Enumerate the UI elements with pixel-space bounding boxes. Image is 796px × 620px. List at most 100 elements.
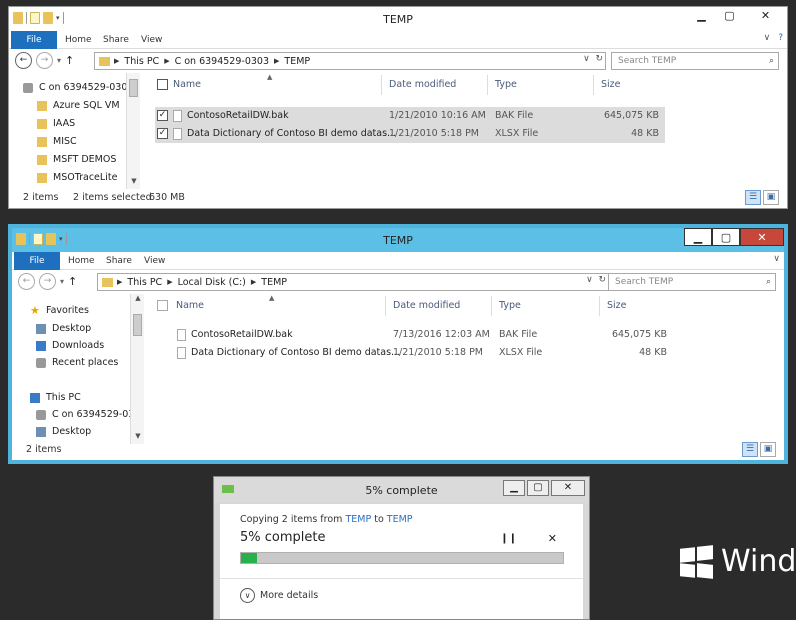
title-bar[interactable]: ▾ TEMP ▁ ▢ ✕ [12, 228, 784, 252]
column-divider[interactable] [491, 296, 492, 316]
large-icons-view-icon[interactable]: ▣ [760, 442, 776, 457]
scrollbar-thumb[interactable] [133, 314, 142, 336]
destination-link[interactable]: TEMP [387, 514, 413, 525]
recent-locations-icon[interactable]: ▾ [57, 56, 61, 65]
breadcrumb-chevron-icon[interactable]: ▶ [114, 57, 119, 65]
tab-share[interactable]: Share [106, 252, 132, 270]
help-icon[interactable]: ? [778, 33, 783, 43]
tab-share[interactable]: Share [103, 31, 129, 49]
tab-view[interactable]: View [144, 252, 165, 270]
nav-scrollbar[interactable]: ▲ ▼ [130, 294, 144, 444]
column-date[interactable]: Date modified [393, 300, 460, 311]
column-name[interactable]: Name [176, 300, 204, 311]
nav-item[interactable]: Azure SQL VM [37, 97, 131, 114]
maximize-button[interactable]: ▢ [715, 7, 743, 25]
nav-item[interactable]: IAAS [37, 115, 131, 132]
scroll-up-button[interactable]: ▲ [131, 294, 145, 306]
breadcrumb-item[interactable]: C on 6394529-0303 [175, 56, 269, 67]
search-input[interactable]: Search TEMP ⌕ [611, 52, 779, 70]
expand-ribbon-icon[interactable]: ∨ [773, 254, 780, 264]
recent-locations-icon[interactable]: ▾ [60, 277, 64, 286]
minimize-button[interactable]: ▁ [503, 480, 525, 496]
nav-item[interactable]: MSFT DEMOS [37, 151, 131, 168]
tab-file[interactable]: File [14, 252, 60, 270]
nav-item[interactable]: MSOTraceLite [37, 169, 131, 186]
minimize-button[interactable]: ▁ [687, 7, 715, 25]
up-button[interactable]: ↑ [68, 275, 77, 288]
breadcrumb-chevron-icon[interactable]: ▶ [117, 278, 122, 286]
nav-item[interactable]: Desktop [36, 320, 132, 337]
pause-button[interactable]: ❙❙ [500, 533, 517, 544]
select-all-checkbox[interactable] [157, 79, 168, 90]
column-type[interactable]: Type [499, 300, 521, 311]
details-view-icon[interactable]: ☰ [745, 190, 761, 205]
breadcrumb-chevron-icon[interactable]: ▶ [274, 57, 279, 65]
close-button[interactable]: ✕ [740, 228, 784, 246]
nav-item-favorites[interactable]: ★ Favorites [30, 302, 138, 319]
forward-button[interactable]: → [39, 273, 56, 290]
column-divider[interactable] [385, 296, 386, 316]
minimize-button[interactable]: ▁ [684, 228, 712, 246]
breadcrumb-item[interactable]: TEMP [261, 277, 287, 288]
address-dropdown-refresh[interactable]: ∨ ↻ [586, 275, 606, 285]
row-checkbox[interactable]: ✓ [157, 110, 168, 121]
tab-view[interactable]: View [141, 31, 162, 49]
breadcrumb-item[interactable]: Local Disk (C:) [178, 277, 246, 288]
breadcrumb-chevron-icon[interactable]: ▶ [251, 278, 256, 286]
nav-item[interactable]: C on 6394529-0303 [23, 79, 131, 96]
row-checkbox[interactable]: ✓ [157, 128, 168, 139]
column-size[interactable]: Size [601, 79, 621, 90]
column-divider[interactable] [599, 296, 600, 316]
tab-home[interactable]: Home [68, 252, 95, 270]
breadcrumb-item[interactable]: This PC [124, 56, 159, 67]
column-divider[interactable] [593, 75, 594, 95]
forward-button[interactable]: → [36, 52, 53, 69]
nav-item[interactable]: Recent places [36, 354, 132, 371]
details-view-icon[interactable]: ☰ [742, 442, 758, 457]
maximize-button[interactable]: ▢ [527, 480, 549, 496]
address-bar[interactable]: ▶ This PC ▶ Local Disk (C:) ▶ TEMP ∨ ↻ [97, 273, 609, 291]
address-bar[interactable]: ▶ This PC ▶ C on 6394529-0303 ▶ TEMP ∨ ↻ [94, 52, 606, 70]
dialog-title-bar[interactable]: 5% complete ▁ ▢ ✕ [214, 477, 589, 503]
nav-item[interactable]: Desktop [36, 423, 132, 440]
column-type[interactable]: Type [495, 79, 517, 90]
source-link[interactable]: TEMP [345, 514, 371, 525]
column-size[interactable]: Size [607, 300, 627, 311]
breadcrumb-item[interactable]: TEMP [284, 56, 310, 67]
close-button[interactable]: ✕ [743, 7, 787, 25]
nav-item[interactable]: C on 6394529-0303 [36, 406, 132, 423]
address-dropdown-refresh[interactable]: ∨ ↻ [583, 54, 603, 64]
column-divider[interactable] [381, 75, 382, 95]
breadcrumb-chevron-icon[interactable]: ▶ [167, 278, 172, 286]
search-input[interactable]: Search TEMP ⌕ [608, 273, 776, 291]
close-button[interactable]: ✕ [551, 480, 585, 496]
nav-scrollbar[interactable]: ▼ [126, 73, 140, 189]
file-row[interactable]: ContosoRetailDW.bak 7/13/2016 12:03 AM B… [157, 326, 671, 344]
large-icons-view-icon[interactable]: ▣ [763, 190, 779, 205]
expand-ribbon-icon[interactable]: ∨ [764, 33, 771, 43]
cancel-button[interactable]: ✕ [548, 532, 557, 545]
search-icon[interactable]: ⌕ [766, 274, 771, 290]
maximize-button[interactable]: ▢ [712, 228, 740, 246]
breadcrumb-chevron-icon[interactable]: ▶ [164, 57, 169, 65]
back-button[interactable]: ← [18, 273, 35, 290]
back-button[interactable]: ← [15, 52, 32, 69]
file-row[interactable]: Data Dictionary of Contoso BI demo datas… [157, 344, 671, 362]
column-date[interactable]: Date modified [389, 79, 456, 90]
scrollbar-thumb[interactable] [129, 79, 138, 97]
up-button[interactable]: ↑ [65, 54, 74, 67]
tab-file[interactable]: File [11, 31, 57, 49]
breadcrumb-item[interactable]: This PC [127, 277, 162, 288]
file-row[interactable]: ✓ Data Dictionary of Contoso BI demo dat… [155, 125, 665, 143]
column-name[interactable]: Name [173, 79, 201, 90]
search-icon[interactable]: ⌕ [769, 53, 774, 69]
title-bar[interactable]: ▾ TEMP ▁ ▢ ✕ [9, 7, 787, 31]
nav-item[interactable]: MISC [37, 133, 131, 150]
column-divider[interactable] [487, 75, 488, 95]
more-details-button[interactable]: ∨ More details [240, 588, 318, 603]
nav-item[interactable]: Downloads [36, 337, 132, 354]
nav-item-this-pc[interactable]: This PC [30, 389, 138, 406]
tab-home[interactable]: Home [65, 31, 92, 49]
select-all-checkbox[interactable] [157, 300, 168, 311]
file-row[interactable]: ✓ ContosoRetailDW.bak 1/21/2010 10:16 AM… [155, 107, 665, 125]
